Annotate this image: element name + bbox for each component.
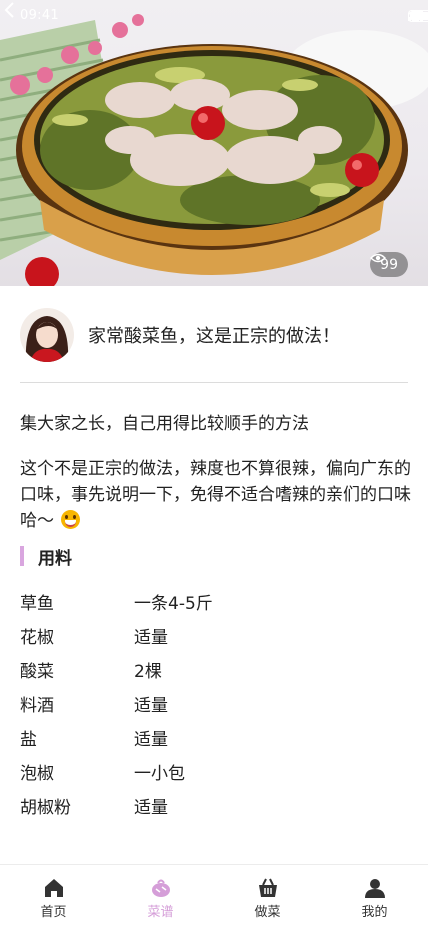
grinning-emoji-icon xyxy=(61,510,81,529)
tab-label: 做菜 xyxy=(254,905,281,920)
section-title: 用料 xyxy=(38,548,72,569)
basket-icon xyxy=(258,878,277,897)
ingredient-amount: 2棵 xyxy=(134,661,162,682)
ingredient-name: 料酒 xyxy=(20,695,54,716)
divider xyxy=(20,382,408,383)
tab-recipes[interactable]: 菜谱 xyxy=(107,865,214,926)
ingredient-row: 胡椒粉 适量 xyxy=(20,788,408,822)
status-time: 09:41 xyxy=(20,8,59,23)
ingredient-row: 料酒 适量 xyxy=(20,686,408,720)
ingredient-row: 草鱼 一条4-5斤 xyxy=(20,584,408,618)
recipe-icon xyxy=(151,879,170,897)
bottom-tab-bar: 首页 菜谱 做菜 我的 xyxy=(0,864,428,926)
tab-label: 菜谱 xyxy=(147,905,174,920)
ingredient-name: 草鱼 xyxy=(20,593,54,614)
ingredient-name: 泡椒 xyxy=(20,763,54,784)
ingredient-amount: 适量 xyxy=(134,695,168,716)
user-icon xyxy=(364,879,385,898)
tab-cook[interactable]: 做菜 xyxy=(214,865,321,926)
ingredient-amount: 适量 xyxy=(134,729,168,750)
home-icon xyxy=(44,879,63,897)
recipe-title: 家常酸菜鱼，这是正宗的做法！ xyxy=(88,326,340,347)
ingredients-heading: 用料 xyxy=(20,545,72,569)
back-arrow-icon[interactable] xyxy=(0,0,20,20)
fish-dish-photo xyxy=(0,14,428,286)
ingredient-row: 盐 适量 xyxy=(20,720,408,754)
recipe-intro: 集大家之长，自己用得比较顺手的方法 xyxy=(20,414,309,434)
ingredient-amount: 适量 xyxy=(134,797,168,818)
avatar-image xyxy=(20,308,74,362)
tab-label: 我的 xyxy=(361,905,388,920)
ingredient-row: 花椒 适量 xyxy=(20,618,408,652)
ingredient-amount: 一小包 xyxy=(134,763,185,784)
ingredient-row: 泡椒 一小包 xyxy=(20,754,408,788)
status-bar: 09:41 xyxy=(0,0,428,34)
ingredient-row: 酸菜 2棵 xyxy=(20,652,408,686)
section-accent-bar xyxy=(20,546,24,566)
ingredient-name: 酸菜 xyxy=(20,661,54,682)
battery-icon xyxy=(408,10,428,22)
recipe-note-block: 这个不是正宗的做法，辣度也不算很辣，偏向广东的口味，事先说明一下，免得不适合嗜辣… xyxy=(20,456,412,534)
tab-home[interactable]: 首页 xyxy=(0,865,107,926)
author-avatar[interactable] xyxy=(20,308,74,362)
recipe-hero-image: 09:41 99 xyxy=(0,0,428,286)
ingredient-name: 胡椒粉 xyxy=(20,797,71,818)
ingredients-list: 草鱼 一条4-5斤 花椒 适量 酸菜 2棵 料酒 适量 盐 适量 泡椒 一小包 … xyxy=(20,584,408,822)
recipe-header: 家常酸菜鱼，这是正宗的做法！ xyxy=(20,306,408,364)
ingredient-name: 盐 xyxy=(20,729,37,750)
ingredient-name: 花椒 xyxy=(20,627,54,648)
ingredient-amount: 适量 xyxy=(134,627,168,648)
tab-label: 首页 xyxy=(40,905,67,920)
eye-icon xyxy=(370,253,387,263)
ingredient-amount: 一条4-5斤 xyxy=(134,593,213,614)
tab-profile[interactable]: 我的 xyxy=(321,865,428,926)
view-count-badge: 99 xyxy=(370,252,408,277)
